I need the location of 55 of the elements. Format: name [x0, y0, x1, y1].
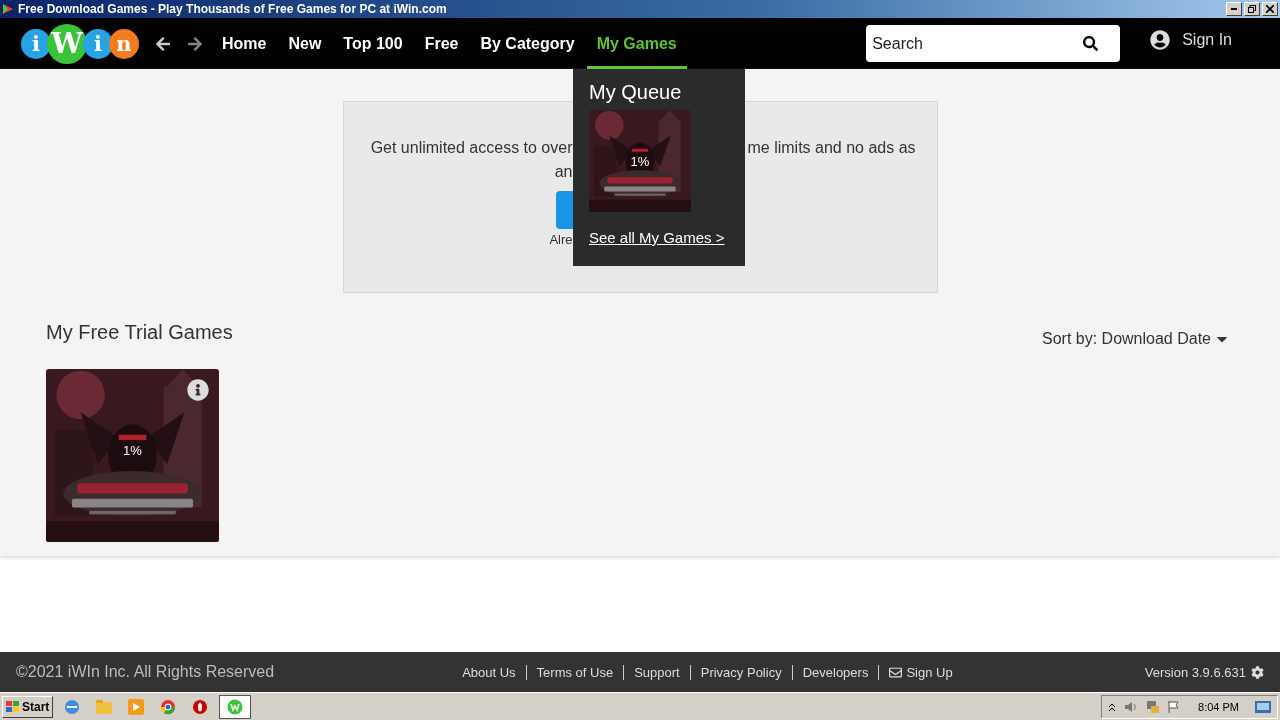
- flag-icon[interactable]: [1168, 699, 1181, 714]
- minimize-button[interactable]: [1226, 2, 1242, 16]
- app-taskbar-button[interactable]: [219, 694, 252, 719]
- app-icon: [2, 3, 14, 15]
- sort-dropdown[interactable]: Sort by: Download Date: [1042, 330, 1230, 348]
- settings-icon[interactable]: [1251, 665, 1264, 679]
- window-title: Free Download Games - Play Thousands of Free Games for PC at iWin.com: [18, 2, 448, 16]
- opera-icon[interactable]: [192, 698, 209, 715]
- progress-text: 1%: [629, 153, 651, 169]
- copyright-text: ©2021 iWIn Inc. All Rights Reserved: [16, 663, 275, 681]
- minimize-icon: [1231, 8, 1237, 10]
- section-title: My Free Trial Games: [46, 321, 233, 344]
- volume-icon[interactable]: [1124, 700, 1139, 713]
- game-tile[interactable]: 1%: [46, 369, 219, 542]
- user-icon: [1150, 29, 1171, 50]
- nav-tab[interactable]: By Category: [470, 18, 585, 69]
- dropdown-title: My Queue: [589, 81, 683, 104]
- forward-icon[interactable]: [187, 35, 203, 52]
- footer-link[interactable]: Terms of Use: [525, 664, 624, 680]
- footer-link[interactable]: Privacy Policy: [689, 664, 792, 680]
- close-button[interactable]: [1262, 2, 1278, 16]
- close-icon: [1266, 5, 1274, 13]
- footer-link[interactable]: Support: [623, 664, 690, 680]
- mail-icon: [889, 665, 903, 679]
- network-icon[interactable]: [1146, 699, 1161, 714]
- banner-text: Get unlimited access to over: [370, 138, 573, 158]
- subscriber-text: Alre: [549, 231, 573, 249]
- nav-tab[interactable]: Free: [414, 18, 469, 69]
- sign-in-link[interactable]: Sign In: [1150, 29, 1232, 50]
- desktop-icon[interactable]: [1255, 700, 1271, 713]
- windows-logo-icon: [6, 700, 20, 713]
- clock: 8:04 PM: [1198, 700, 1239, 713]
- back-icon[interactable]: [155, 35, 171, 52]
- search-icon[interactable]: [1083, 36, 1099, 51]
- restore-icon: [1248, 5, 1256, 13]
- banner-text: me limits and no ads as: [747, 138, 916, 158]
- search-field[interactable]: Search: [866, 25, 1121, 62]
- footer-link[interactable]: Sign Up: [878, 664, 963, 680]
- progress-text: 1%: [122, 443, 143, 459]
- nav-tab[interactable]: Home: [212, 18, 277, 69]
- see-all-link[interactable]: See all My Games >: [589, 229, 729, 246]
- app-icon: [227, 698, 244, 715]
- banner-text: an: [554, 162, 573, 182]
- restore-button[interactable]: [1244, 2, 1260, 16]
- expand-icon[interactable]: [1108, 701, 1117, 712]
- chrome-icon[interactable]: [160, 698, 177, 715]
- queue-game-tile[interactable]: 1%: [589, 110, 691, 212]
- footer-link[interactable]: About Us: [452, 664, 526, 680]
- browser-icon[interactable]: [64, 698, 81, 715]
- nav-tab[interactable]: New: [278, 18, 332, 69]
- info-icon[interactable]: [187, 379, 209, 401]
- nav-tab[interactable]: Top 100: [333, 18, 413, 69]
- start-button[interactable]: Start: [2, 695, 54, 718]
- footer-link[interactable]: Developers: [791, 664, 879, 680]
- version-text: Version 3.9.6.631: [1144, 664, 1264, 680]
